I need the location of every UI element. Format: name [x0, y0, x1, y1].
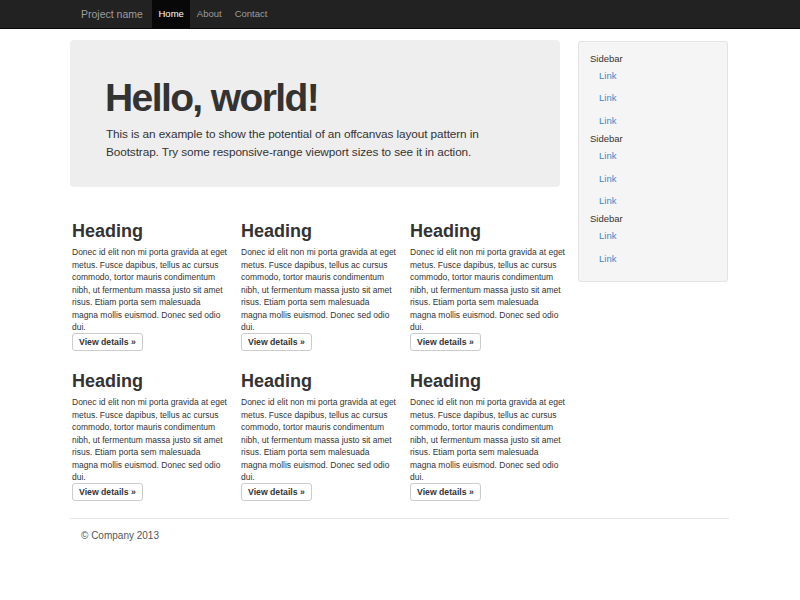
card-body-text: Donec id elit non mi porta gravida at eg… [72, 396, 228, 484]
content-card: Heading Donec id elit non mi porta gravi… [410, 371, 566, 503]
sidebar-link[interactable]: Link [590, 225, 727, 248]
card-heading: Heading [72, 371, 228, 391]
card-body-text: Donec id elit non mi porta gravida at eg… [241, 396, 397, 484]
view-details-button[interactable]: View details » [410, 483, 481, 501]
brand-link[interactable]: Project name [81, 0, 143, 28]
content-card: Heading Donec id elit non mi porta gravi… [241, 221, 397, 353]
sidebar-group-heading: Sidebar [590, 53, 727, 65]
card-body-text: Donec id elit non mi porta gravida at eg… [72, 246, 228, 334]
nav-item-contact[interactable]: Contact [228, 0, 274, 28]
sidebar: SidebarLinkLinkLinkSidebarLinkLinkLinkSi… [578, 41, 728, 282]
sidebar-group-heading: Sidebar [590, 213, 727, 225]
sidebar-link[interactable]: Link [590, 190, 727, 213]
card-body-text: Donec id elit non mi porta gravida at eg… [241, 246, 397, 334]
jumbotron-description: This is an example to show the potential… [106, 125, 506, 161]
navbar-nav: HomeAboutContact [152, 0, 274, 28]
view-details-button[interactable]: View details » [241, 333, 312, 351]
view-details-button[interactable]: View details » [410, 333, 481, 351]
sidebar-link[interactable]: Link [590, 248, 727, 271]
content-card: Heading Donec id elit non mi porta gravi… [72, 221, 228, 353]
nav-item-home[interactable]: Home [152, 0, 190, 28]
content-card: Heading Donec id elit non mi porta gravi… [241, 371, 397, 503]
view-details-button[interactable]: View details » [241, 483, 312, 501]
card-heading: Heading [410, 371, 566, 391]
card-body-text: Donec id elit non mi porta gravida at eg… [410, 246, 566, 334]
card-heading: Heading [72, 221, 228, 241]
sidebar-link[interactable]: Link [590, 145, 727, 168]
content-card: Heading Donec id elit non mi porta gravi… [72, 371, 228, 503]
card-heading: Heading [410, 221, 566, 241]
card-heading: Heading [241, 371, 397, 391]
nav-item-about[interactable]: About [190, 0, 228, 28]
view-details-button[interactable]: View details » [72, 333, 143, 351]
jumbotron: Hello, world! This is an example to show… [70, 40, 560, 187]
footer-divider [70, 518, 729, 519]
content-card: Heading Donec id elit non mi porta gravi… [410, 221, 566, 353]
card-heading: Heading [241, 221, 397, 241]
jumbotron-title: Hello, world! [105, 78, 520, 117]
card-body-text: Donec id elit non mi porta gravida at eg… [410, 396, 566, 484]
sidebar-link[interactable]: Link [590, 87, 727, 110]
copyright-text: © Company 2013 [81, 530, 800, 541]
sidebar-group-heading: Sidebar [590, 133, 727, 145]
view-details-button[interactable]: View details » [72, 483, 143, 501]
sidebar-link[interactable]: Link [590, 168, 727, 191]
sidebar-link[interactable]: Link [590, 110, 727, 133]
sidebar-link[interactable]: Link [590, 65, 727, 88]
navbar: Project name HomeAboutContact [0, 0, 800, 29]
footer: © Company 2013 [0, 518, 800, 541]
